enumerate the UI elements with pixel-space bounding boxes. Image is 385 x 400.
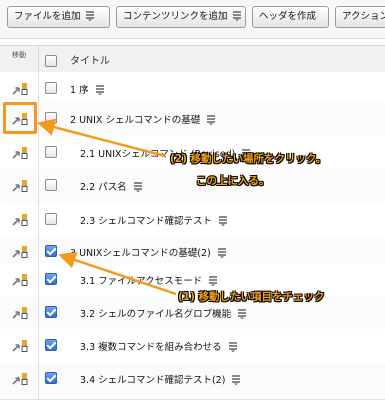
add-content-link-button[interactable]: コンテンツリンクを追加 [116,6,246,28]
menu-icon[interactable] [228,341,238,352]
menu-icon [85,10,95,21]
move-cell [0,329,39,362]
target-highlight-box [3,102,37,134]
row-checkbox[interactable] [45,273,57,285]
move-here-icon[interactable] [11,272,29,288]
step2-callout-line2: この上に入る。 [196,175,270,187]
menu-icon [232,10,242,21]
title-column-header: タイトル [70,56,110,67]
row-checkbox[interactable] [45,82,57,94]
menu-icon[interactable] [208,275,218,286]
table-row: 2 UNIX シェルコマンドの基礎 [0,102,385,137]
move-cell [0,362,39,399]
row-title-text: 3.4 シェルコマンド確認テスト(2) [80,375,226,386]
row-checkbox[interactable] [45,213,57,225]
step1-callout: (1) 移動したい項目をチェック [178,291,325,303]
toolbar: ファイルを追加 コンテンツリンクを追加 ヘッダを作成 アクションメ [0,0,385,39]
move-cell [0,203,39,235]
move-here-icon[interactable] [11,305,29,321]
move-cell [0,169,39,203]
row-checkbox[interactable] [45,339,57,351]
row-title-text: 2.2 パス名 [80,182,127,193]
row-checkbox[interactable] [45,146,57,158]
move-here-icon[interactable] [11,178,29,194]
create-header-label: ヘッダを作成 [259,11,317,22]
row-title: 3.1 ファイルアクセスモード [80,273,218,287]
move-cell [0,263,39,296]
step2-callout-line1: (2) 移動したい場所をクリック。 [170,153,327,165]
table-row: 3.3 複数コマンドを組み合わせる [0,329,385,363]
move-here-icon[interactable] [11,371,29,387]
add-content-link-label: コンテンツリンクを追加 [123,11,228,22]
row-title: 2.2 パス名 [80,179,143,193]
move-here-icon[interactable] [11,244,29,260]
move-cell [0,136,39,169]
row-title-text: 1 序 [70,85,89,96]
row-title-text: 2 UNIX シェルコマンドの基礎 [70,115,201,126]
move-here-icon[interactable] [11,338,29,354]
row-title-text: 3.1 ファイルアクセスモード [80,276,203,287]
action-menu-button[interactable]: アクションメ [335,6,385,28]
row-title-text: 2.3 シェルコマンド確認テスト [80,216,212,227]
row-title-text: 3.2 シェルのファイル名グロブ機能 [80,309,232,320]
move-here-icon[interactable] [11,212,29,228]
row-title: 3.4 シェルコマンド確認テスト(2) [80,372,241,386]
menu-icon[interactable] [95,84,105,95]
table-row: 2.2 パス名 [0,169,385,204]
row-checkbox[interactable] [45,245,57,257]
row-title: 3 UNIXシェルコマンドの基礎(2) [70,245,227,259]
row-title-text: 3.3 複数コマンドを組み合わせる [80,342,222,353]
row-title: 3.3 複数コマンドを組み合わせる [80,339,238,353]
menu-icon[interactable] [217,247,227,258]
move-here-icon[interactable] [11,81,29,97]
menu-icon[interactable] [218,215,228,226]
table-row: 3 UNIXシェルコマンドの基礎(2) [0,235,385,264]
add-file-label: ファイルを追加 [14,11,81,22]
menu-icon[interactable] [231,374,241,385]
create-header-button[interactable]: ヘッダを作成 [252,6,329,28]
table-row: 3.4 シェルコマンド確認テスト(2) [0,362,385,400]
move-cell [0,72,39,102]
action-menu-label: アクションメ [342,11,385,22]
row-checkbox[interactable] [45,372,57,384]
row-checkbox[interactable] [45,179,57,191]
table-row: 1 序 [0,72,385,103]
menu-icon[interactable] [237,308,247,319]
menu-icon[interactable] [206,114,216,125]
row-title: 1 序 [70,82,105,96]
move-here-icon[interactable] [11,145,29,161]
add-file-button[interactable]: ファイルを追加 [7,6,110,28]
row-title-text: 3 UNIXシェルコマンドの基礎(2) [70,248,211,259]
menu-icon[interactable] [133,181,143,192]
row-title: 2 UNIX シェルコマンドの基礎 [70,112,216,126]
row-checkbox[interactable] [45,306,57,318]
move-cell [0,235,39,263]
table-row: 2.3 シェルコマンド確認テスト [0,203,385,236]
row-title: 3.2 シェルのファイル名グロブ機能 [80,306,247,320]
row-title: 2.3 シェルコマンド確認テスト [80,213,228,227]
select-all-checkbox[interactable] [45,55,57,67]
row-checkbox[interactable] [45,112,57,124]
move-cell [0,296,39,329]
